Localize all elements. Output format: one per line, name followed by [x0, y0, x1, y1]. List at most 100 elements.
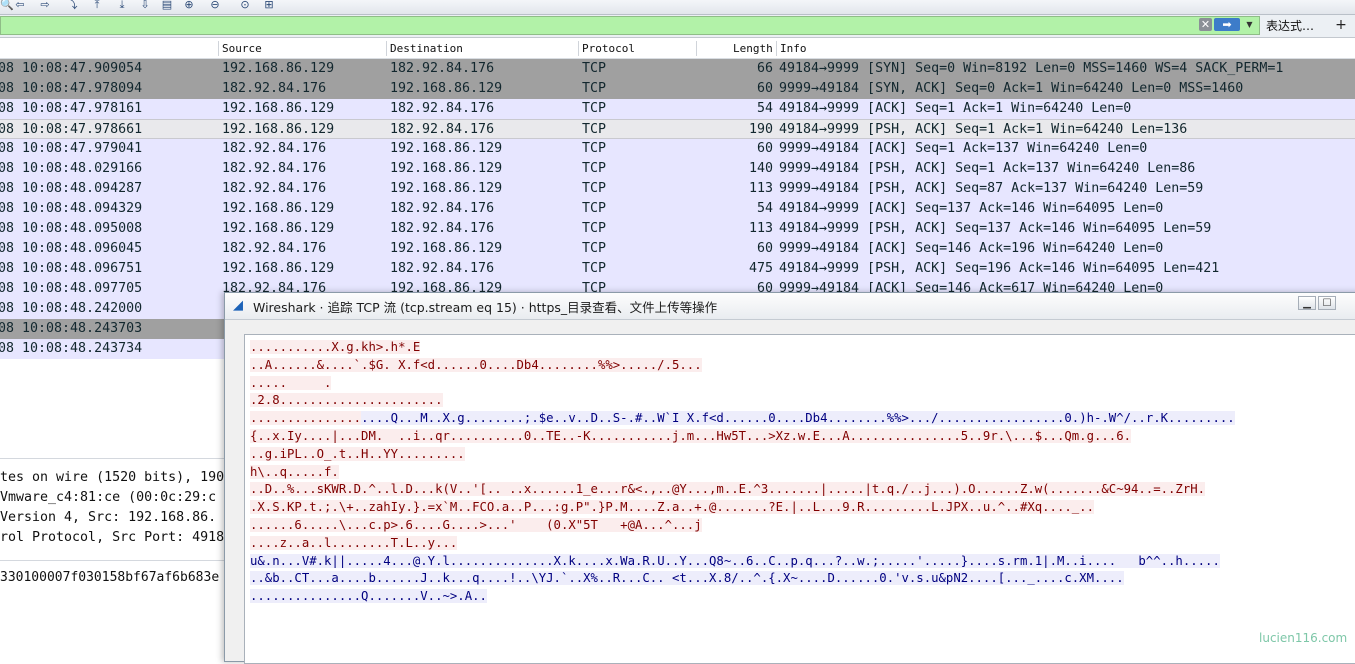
client-data: h\..q.....f. — [250, 464, 339, 479]
packet-length: 54 — [756, 201, 773, 216]
column-source[interactable]: Source — [222, 42, 262, 55]
packet-protocol: TCP — [582, 241, 607, 256]
packet-length: 54 — [756, 101, 773, 116]
detail-tree-item[interactable]: Vmware_c4:81:ce (00:0c:29:c — [0, 488, 240, 508]
autoscroll-icon[interactable]: ⇩ — [138, 0, 152, 11]
packet-time: 08 10:08:47.978094 — [0, 81, 143, 96]
column-length[interactable]: Length — [733, 42, 773, 55]
colorize-icon[interactable]: ▤ — [160, 0, 174, 11]
packet-destination: 182.92.84.176 — [390, 221, 495, 236]
watermark: lucien116.com — [1259, 631, 1348, 645]
packet-length: 190 — [748, 122, 773, 137]
packet-protocol: TCP — [582, 201, 607, 216]
packet-row[interactable]: 08 10:08:48.096751 192.168.86.129 182.92.8… — [0, 259, 1355, 279]
packet-length: 113 — [748, 181, 773, 196]
zoom-reset-icon[interactable]: ⊙ — [238, 0, 252, 11]
stream-content-area[interactable]: ...........X.g.kh>.h*.E ..A......&....`.$… — [244, 334, 1355, 664]
client-data: ......6.....\...c.p>.6....G....>...' (0.… — [250, 518, 702, 532]
packet-row[interactable]: 08 10:08:48.094329 192.168.86.129 182.92.8… — [0, 199, 1355, 219]
go-first-icon[interactable]: ⤒ — [90, 0, 104, 11]
packet-row[interactable]: 08 10:08:48.095008 192.168.86.129 182.92.8… — [0, 219, 1355, 239]
packet-row[interactable]: 08 10:08:47.978094 182.92.84.176 192.168.8… — [0, 79, 1355, 99]
client-data: {..x.Iy....|...DM. ..i..qr..........0..T… — [250, 429, 1131, 443]
packet-time: 08 10:08:48.029166 — [0, 161, 143, 176]
packet-time: 08 10:08:48.097705 — [0, 281, 143, 296]
packet-length: 60 — [756, 241, 773, 256]
packet-row[interactable]: 08 10:08:48.094287 182.92.84.176 192.168.8… — [0, 179, 1355, 199]
packet-row[interactable]: 08 10:08:48.029166 182.92.84.176 192.168.8… — [0, 159, 1355, 179]
packet-time: 08 10:08:48.243703 — [0, 321, 143, 336]
column-destination[interactable]: Destination — [390, 42, 463, 55]
go-to-icon[interactable]: ⤵ — [65, 0, 79, 11]
packet-destination: 192.168.86.129 — [390, 161, 503, 176]
packet-length: 60 — [756, 141, 773, 156]
packet-row[interactable]: 08 10:08:47.909054 192.168.86.129 182.92.8… — [0, 59, 1355, 79]
detail-tree-item[interactable]: Version 4, Src: 192.168.86. — [0, 508, 240, 528]
stream-line: .2.8...................... — [250, 392, 443, 409]
apply-filter-icon[interactable]: ➡ — [1214, 18, 1240, 31]
column-info[interactable]: Info — [780, 42, 807, 55]
zoom-out-icon[interactable]: ⊖ — [208, 0, 222, 11]
packet-protocol: TCP — [582, 181, 607, 196]
minimize-button[interactable]: ▁ — [1298, 296, 1316, 310]
packet-destination: 182.92.84.176 — [390, 261, 495, 276]
arrow-right-icon[interactable]: ⇨ — [38, 0, 52, 11]
arrow-left-icon[interactable]: ⇦ — [13, 0, 27, 11]
server-data: u&.n...V#.k|| — [250, 553, 347, 568]
packet-destination: 182.92.84.176 — [390, 201, 495, 216]
column-protocol[interactable]: Protocol — [582, 42, 635, 55]
detail-tree-item[interactable]: tes on wire (1520 bits), 190 — [0, 468, 240, 488]
go-last-icon[interactable]: ⤓ — [115, 0, 129, 11]
packet-source: 192.168.86.129 — [222, 122, 335, 137]
add-filter-button[interactable]: + — [1333, 17, 1349, 33]
expression-button[interactable]: 表达式… — [1266, 18, 1314, 34]
pane-divider[interactable] — [0, 560, 230, 561]
clear-filter-icon[interactable]: ✕ — [1199, 18, 1212, 31]
packet-protocol: TCP — [582, 101, 607, 116]
server-data: ....Q...M..X.g........;.$e..v..D..S-.#..… — [361, 411, 1235, 426]
packet-source: 182.92.84.176 — [222, 161, 327, 176]
client-data: ....z..a..l........T.L..y... — [250, 535, 458, 550]
display-filter-input[interactable] — [0, 16, 1260, 35]
packet-destination: 182.92.84.176 — [390, 122, 495, 137]
packet-protocol: TCP — [582, 61, 607, 76]
packet-time: 08 10:08:48.095008 — [0, 221, 143, 236]
packet-info: 49184→9999 [PSH, ACK] Seq=1 Ack=1 Win=64… — [779, 122, 1188, 137]
packet-row[interactable]: 08 10:08:48.096045 182.92.84.176 192.168.8… — [0, 239, 1355, 259]
packet-time: 08 10:08:48.096045 — [0, 241, 143, 256]
maximize-button[interactable]: ☐ — [1318, 296, 1336, 310]
packet-row[interactable]: 08 10:08:47.978161 192.168.86.129 182.92.8… — [0, 99, 1355, 119]
stream-line: ..&b..CT...a....b......J..k...q....!..\Y… — [250, 570, 1124, 587]
dialog-titlebar[interactable]: ◢ Wireshark · 追踪 TCP 流 (tcp.stream eq 15… — [225, 293, 1355, 320]
packet-source: 182.92.84.176 — [222, 241, 327, 256]
packet-time: 08 10:08:48.096751 — [0, 261, 143, 276]
main-toolbar: 🔍 ⇦ ⇨ ⤵ ⤒ ⤓ ⇩ ▤ ⊕ ⊖ ⊙ ⊞ — [0, 0, 1355, 15]
packet-protocol: TCP — [582, 221, 607, 236]
packet-info: 9999→49184 [SYN, ACK] Seq=0 Ack=1 Win=64… — [779, 81, 1244, 96]
packet-destination: 192.168.86.129 — [390, 181, 503, 196]
detail-tree-item[interactable]: rol Protocol, Src Port: 4918 — [0, 528, 240, 548]
filter-history-dropdown-icon[interactable]: ▼ — [1243, 18, 1256, 31]
stream-line: ..... . — [250, 375, 332, 392]
packet-row[interactable]: 08 10:08:47.978661 192.168.86.129 182.92.8… — [0, 119, 1355, 139]
packet-protocol: TCP — [582, 141, 607, 156]
zoom-in-icon[interactable]: ⊕ — [182, 0, 196, 11]
packet-destination: 192.168.86.129 — [390, 81, 503, 96]
server-data: ...............Q.......V..~>.A.. — [250, 589, 487, 604]
packet-destination: 182.92.84.176 — [390, 101, 495, 116]
resize-columns-icon[interactable]: ⊞ — [262, 0, 276, 11]
pane-divider[interactable] — [0, 458, 230, 459]
packet-length: 475 — [748, 261, 773, 276]
packet-info: 9999→49184 [PSH, ACK] Seq=87 Ack=137 Win… — [779, 181, 1204, 196]
packet-row[interactable]: 08 10:08:47.979041 182.92.84.176 192.168.8… — [0, 139, 1355, 159]
packet-destination: 192.168.86.129 — [390, 141, 503, 156]
packet-source: 182.92.84.176 — [222, 81, 327, 96]
packet-protocol: TCP — [582, 161, 607, 176]
client-data: ............... — [250, 411, 362, 426]
packet-info: 49184→9999 [PSH, ACK] Seq=196 Ack=146 Wi… — [779, 261, 1220, 276]
search-icon[interactable]: 🔍 — [0, 0, 14, 11]
packet-source: 182.92.84.176 — [222, 181, 327, 196]
client-data: ..A......&....`.$G. X.f<d......0....Db4.… — [250, 357, 702, 372]
packet-length: 66 — [756, 61, 773, 76]
packet-destination: 192.168.86.129 — [390, 241, 503, 256]
